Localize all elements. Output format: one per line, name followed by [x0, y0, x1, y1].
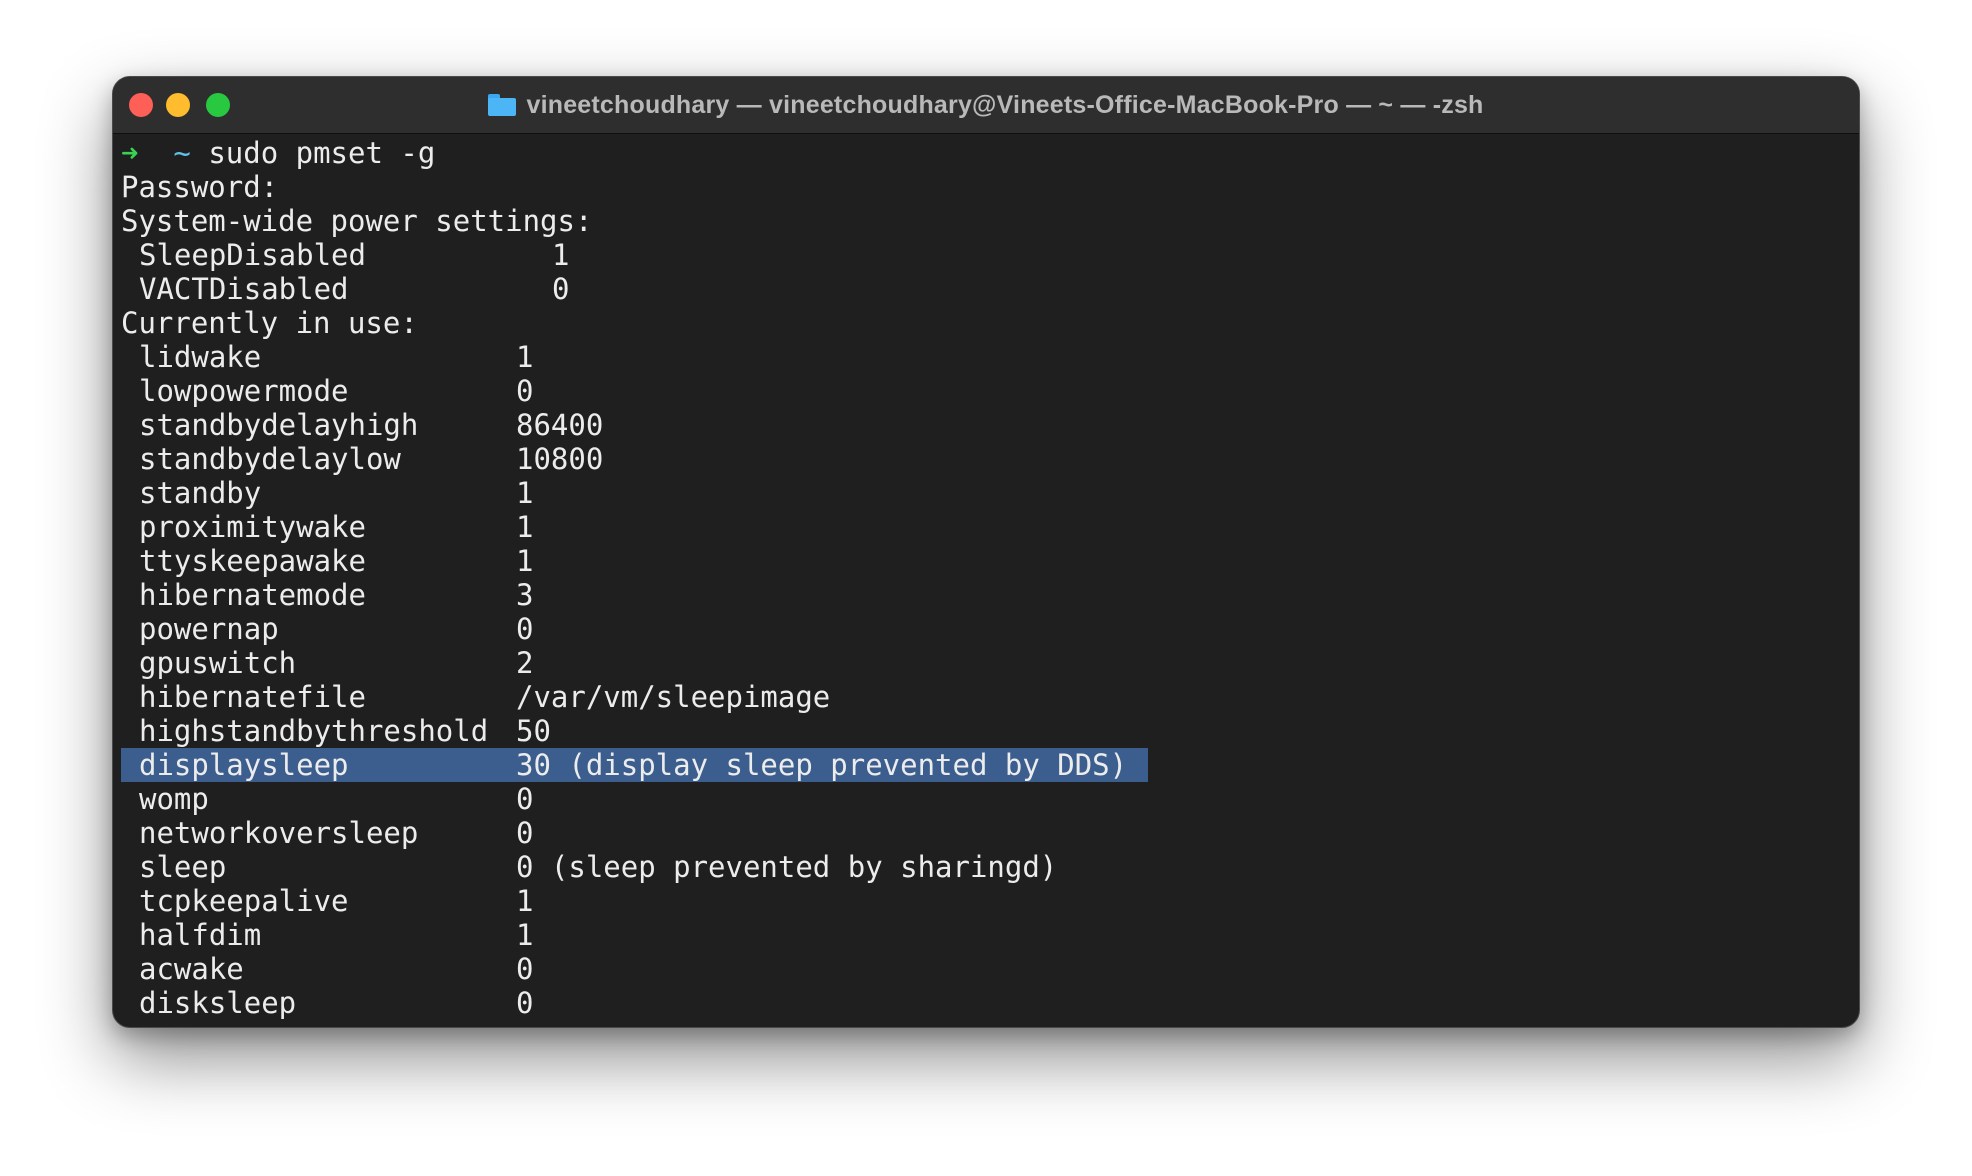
setting-value: 30 (display sleep prevented by DDS) [516, 748, 1128, 782]
setting-value: 0 [516, 952, 534, 986]
setting-value: 10800 [516, 442, 604, 476]
command-text: sudo pmset -g [208, 136, 436, 170]
setting-value: 1 [516, 544, 534, 578]
selection-highlight: displaysleep 30 (display sleep prevented … [121, 748, 1148, 782]
setting-value: 2 [516, 646, 534, 680]
window-title-group: vineetchoudhary — vineetchoudhary@Vineet… [113, 77, 1859, 133]
command-line: ➜ ~ sudo pmset -g [121, 136, 1859, 170]
setting-key: highstandbythreshold [139, 714, 489, 748]
current-row-standby: standby 1 [121, 476, 1859, 510]
current-row-networkoversleep: networkoversleep 0 [121, 816, 1859, 850]
setting-value: 1 [516, 510, 534, 544]
title-bar[interactable]: vineetchoudhary — vineetchoudhary@Vineet… [113, 77, 1859, 134]
setting-key: sleep [139, 850, 227, 884]
password-line: Password: [121, 170, 279, 204]
setting-key: disksleep [139, 986, 297, 1020]
prompt-directory: ~ [173, 136, 191, 170]
folder-icon [488, 94, 517, 116]
setting-value: 1 [516, 340, 534, 374]
setting-key: standbydelayhigh [139, 408, 419, 442]
setting-value: 0 [516, 782, 534, 816]
current-row-ttyskeepawake: ttyskeepawake 1 [121, 544, 1859, 578]
current-row-tcpkeepalive: tcpkeepalive 1 [121, 884, 1859, 918]
current-row-lidwake: lidwake 1 [121, 340, 1859, 374]
setting-value: /var/vm/sleepimage [516, 680, 831, 714]
current-row-hibernatemode: hibernatemode 3 [121, 578, 1859, 612]
setting-key: lowpowermode [139, 374, 349, 408]
current-row-lowpowermode: lowpowermode 0 [121, 374, 1859, 408]
current-row-standbydelaylow: standbydelaylow 10800 [121, 442, 1859, 476]
setting-key: hibernatemode [139, 578, 366, 612]
system-settings-list: SleepDisabled 1 VACTDisabled 0 [121, 238, 1859, 306]
setting-value: 1 [516, 918, 534, 952]
setting-key: proximitywake [139, 510, 366, 544]
system-settings-header: System-wide power settings: [121, 204, 593, 238]
setting-key: standby [139, 476, 262, 510]
setting-key: hibernatefile [139, 680, 366, 714]
setting-key: lidwake [139, 340, 262, 374]
setting-value: 1 [516, 476, 534, 510]
current-row-highstandbythreshold: highstandbythreshold 50 [121, 714, 1859, 748]
terminal-window[interactable]: vineetchoudhary — vineetchoudhary@Vineet… [112, 76, 1860, 1028]
setting-key: networkoversleep [139, 816, 419, 850]
setting-key: tcpkeepalive [139, 884, 349, 918]
current-row-sleep: sleep 0 (sleep prevented by sharingd) [121, 850, 1859, 884]
setting-key: ttyskeepawake [139, 544, 366, 578]
setting-value: 0 [516, 612, 534, 646]
current-row-standbydelayhigh: standbydelayhigh 86400 [121, 408, 1859, 442]
current-row-womp: womp 0 [121, 782, 1859, 816]
setting-key: powernap [139, 612, 279, 646]
setting-key: halfdim [139, 918, 262, 952]
setting-value: 0 [552, 272, 570, 306]
prompt-arrow-icon: ➜ [121, 136, 139, 170]
setting-key: gpuswitch [139, 646, 297, 680]
setting-key: acwake [139, 952, 244, 986]
terminal-output[interactable]: ➜ ~ sudo pmset -g Password: System-wide … [121, 133, 1859, 1027]
current-row-gpuswitch: gpuswitch 2 [121, 646, 1859, 680]
setting-value: 0 [516, 986, 534, 1020]
current-row-proximitywake: proximitywake 1 [121, 510, 1859, 544]
current-settings-list: lidwake 1 lowpowermode 0 standbydelayhigh 864… [121, 340, 1859, 1020]
system-row-sleepdisabled: SleepDisabled 1 [121, 238, 1859, 272]
setting-value: 0 [516, 374, 534, 408]
setting-value: 1 [552, 238, 570, 272]
current-row-disksleep: disksleep 0 [121, 986, 1859, 1020]
setting-key: VACTDisabled [139, 272, 349, 306]
setting-key: displaysleep [139, 748, 349, 782]
setting-value: 3 [516, 578, 534, 612]
current-row-powernap: powernap 0 [121, 612, 1859, 646]
current-row-hibernatefile: hibernatefile/var/vm/sleepimage [121, 680, 1859, 714]
window-title: vineetchoudhary — vineetchoudhary@Vineet… [526, 90, 1484, 119]
setting-value: 50 [516, 714, 551, 748]
current-row-acwake: acwake 0 [121, 952, 1859, 986]
setting-key: standbydelaylow [139, 442, 401, 476]
system-row-vactdisabled: VACTDisabled 0 [121, 272, 1859, 306]
current-row-displaysleep: displaysleep 30 (display sleep prevented … [121, 748, 1859, 782]
setting-value: 0 (sleep prevented by sharingd) [516, 850, 1058, 884]
current-row-halfdim: halfdim 1 [121, 918, 1859, 952]
setting-value: 0 [516, 816, 534, 850]
setting-key: womp [139, 782, 209, 816]
setting-value: 1 [516, 884, 534, 918]
setting-key: SleepDisabled [139, 238, 366, 272]
current-settings-header: Currently in use: [121, 306, 418, 340]
setting-value: 86400 [516, 408, 604, 442]
